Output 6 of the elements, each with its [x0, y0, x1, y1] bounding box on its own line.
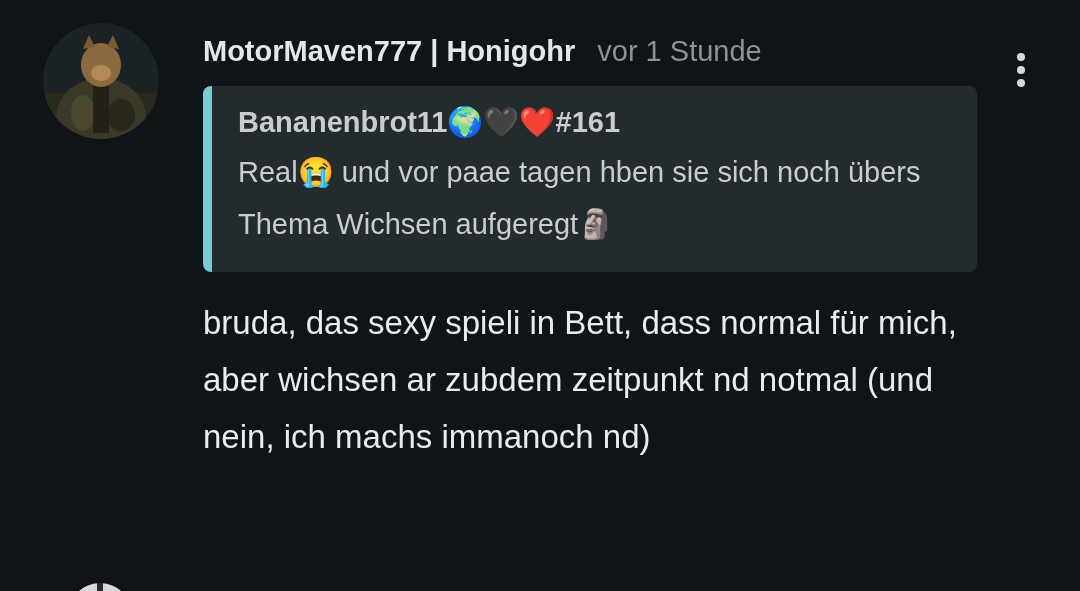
author-name[interactable]: MotorMaven777 | Honigohr — [203, 30, 576, 74]
more-icon[interactable] — [1016, 53, 1026, 87]
quote-author: Bananenbrot11🌍🖤❤#161 — [238, 104, 621, 140]
timestamp: vor 1 Stunde — [597, 34, 762, 69]
quote-text: Real😭 und vor paae tagen hben sie sich noch übers Thema Wichsen aufgeregt🗿 — [238, 154, 922, 242]
comment-text: bruda, das sexy spieli in Bett, dass normal für mich, aber wichsen ar zubdem zeitpunkt nd notmal (und nein, ich machs immanoch nd) — [203, 302, 958, 457]
